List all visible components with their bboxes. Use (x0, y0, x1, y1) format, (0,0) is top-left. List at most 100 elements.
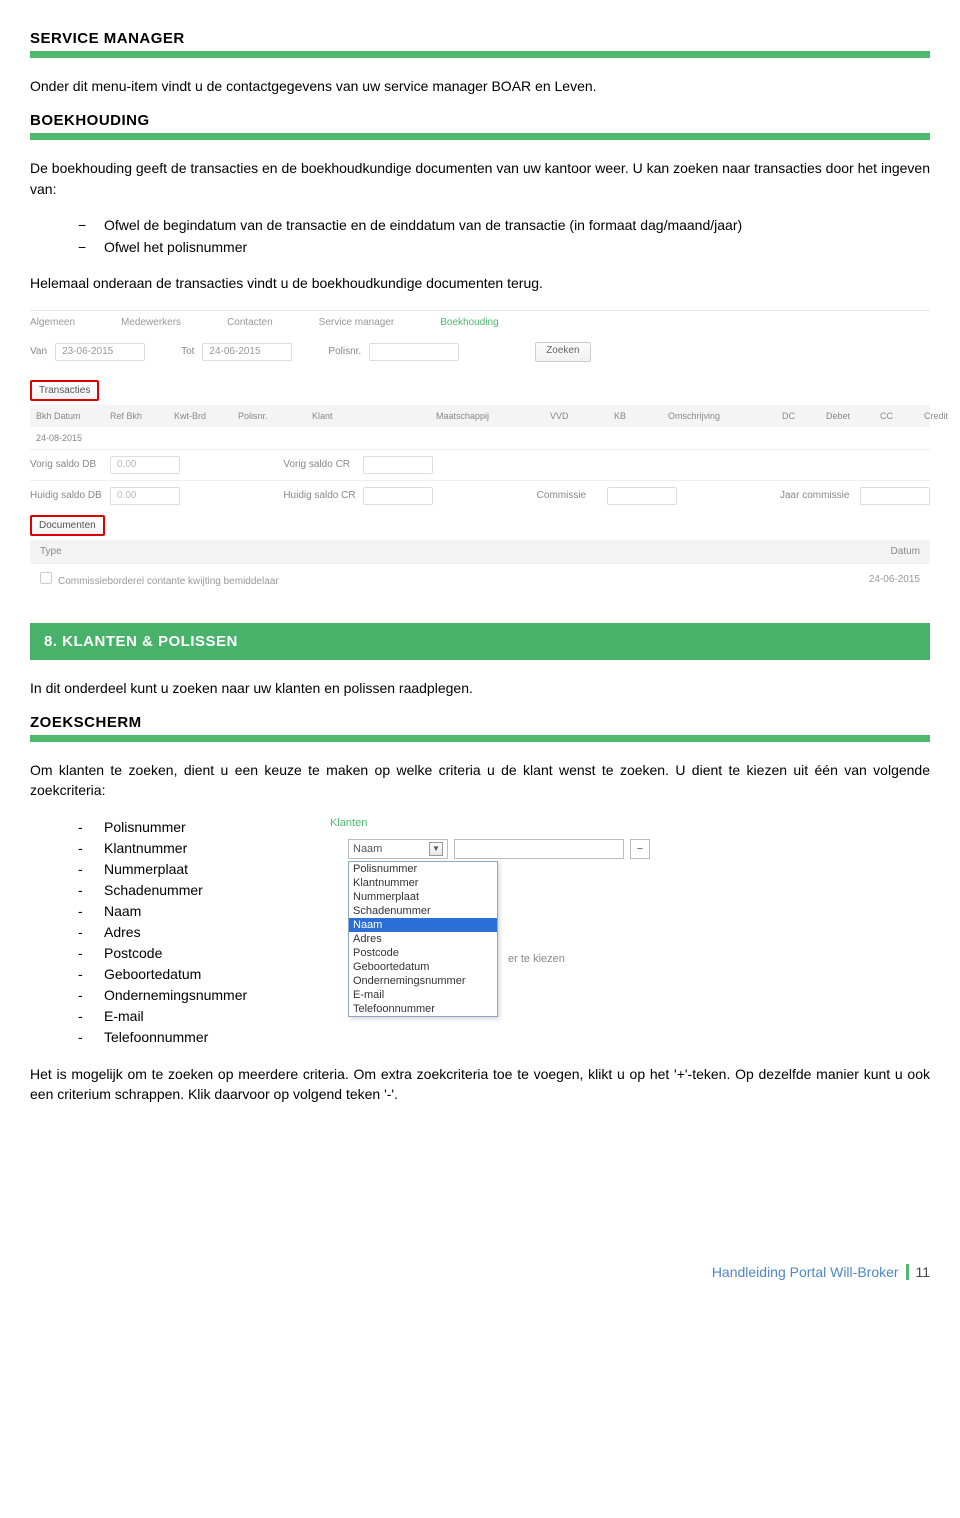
huidig-saldo-cr-label: Huidig saldo CR (283, 490, 363, 501)
documenten-header: Type Datum (30, 540, 930, 563)
bullet-text: Ofwel de begindatum van de transactie en… (104, 215, 742, 235)
document-row[interactable]: Commissieborderel contante kwijting bemi… (30, 563, 930, 595)
boekhouding-screenshot: Algemeen Medewerkers Contacten Service m… (30, 310, 930, 595)
tab-algemeen[interactable]: Algemeen (30, 317, 75, 328)
boekhouding-heading: BOEKHOUDING (30, 112, 930, 129)
dash-icon: - (78, 817, 104, 838)
col-vvd: VVD (550, 411, 610, 421)
col-cc: CC (880, 411, 920, 421)
col-kb: KB (614, 411, 664, 421)
list-item-label: Naam (104, 901, 141, 922)
dd-option[interactable]: Telefoonnummer (349, 1002, 497, 1016)
zoekscherm-outro: Het is mogelijk om te zoeken op meerdere… (30, 1064, 930, 1105)
search-input[interactable] (454, 839, 624, 859)
boekhouding-outro: Helemaal onderaan de transacties vindt u… (30, 273, 930, 293)
criteria-list: -Polisnummer -Klantnummer -Nummerplaat -… (78, 817, 290, 1048)
col-kwt-brd: Kwt-Brd (174, 411, 234, 421)
dash-icon: - (78, 838, 104, 859)
dash-icon: − (78, 215, 104, 235)
jaar-commissie-label: Jaar commissie (780, 490, 860, 501)
dash-icon: - (78, 922, 104, 943)
section-rule (30, 735, 930, 742)
klanten-polissen-banner: 8. KLANTEN & POLISSEN (30, 623, 930, 660)
zoekscherm-heading: ZOEKSCHERM (30, 714, 930, 731)
list-item-label: Ondernemingsnummer (104, 985, 247, 1006)
tot-input[interactable]: 24-06-2015 (202, 343, 292, 361)
klanten-dropdown-screenshot: Klanten Naam ▼ − Polisnummer Klantnummer… (330, 817, 650, 1029)
select-value: Naam (353, 843, 382, 855)
doc-col-type: Type (40, 546, 62, 557)
jaar-commissie-value (860, 487, 930, 505)
dash-icon: − (78, 237, 104, 257)
chevron-down-icon: ▼ (429, 842, 443, 856)
list-item-label: Polisnummer (104, 817, 186, 838)
dd-option[interactable]: Ondernemingsnummer (349, 974, 497, 988)
vorig-saldo-cr-label: Vorig saldo CR (283, 459, 363, 470)
list-item-label: Klantnummer (104, 838, 187, 859)
boekhouding-bullets: −Ofwel de begindatum van de transactie e… (78, 215, 930, 258)
van-input[interactable]: 23-06-2015 (55, 343, 145, 361)
dd-option[interactable]: Polisnummer (349, 862, 497, 876)
vorig-saldo-db-label: Vorig saldo DB (30, 459, 110, 470)
col-bkh-datum: Bkh Datum (36, 411, 106, 421)
list-item-label: E-mail (104, 1006, 144, 1027)
van-label: Van (30, 346, 47, 357)
documenten-button[interactable]: Documenten (30, 515, 105, 536)
dash-icon: - (78, 964, 104, 985)
polisnr-label: Polisnr. (328, 346, 361, 357)
dd-option-selected[interactable]: Naam (349, 918, 497, 932)
huidig-saldo-row: Huidig saldo DB 0.00 Huidig saldo CR Com… (30, 480, 930, 511)
commissie-value (607, 487, 677, 505)
dd-option[interactable]: Adres (349, 932, 497, 946)
dash-icon: - (78, 1027, 104, 1048)
dd-option[interactable]: Postcode (349, 946, 497, 960)
list-item-label: Schadenummer (104, 880, 203, 901)
dd-option[interactable]: Nummerplaat (349, 890, 497, 904)
dash-icon: - (78, 1006, 104, 1027)
tab-contacten[interactable]: Contacten (227, 317, 273, 328)
dash-icon: - (78, 859, 104, 880)
section-rule (30, 133, 930, 140)
list-item-label: Telefoonnummer (104, 1027, 208, 1048)
dash-icon: - (78, 985, 104, 1006)
tab-service-manager[interactable]: Service manager (319, 317, 395, 328)
service-manager-heading: SERVICE MANAGER (30, 30, 930, 47)
table-row: 24-08-2015 (30, 427, 930, 449)
dd-option[interactable]: Schadenummer (349, 904, 497, 918)
remove-criterion-button[interactable]: − (630, 839, 650, 859)
col-klant: Klant (312, 411, 432, 421)
huidig-saldo-cr-value (363, 487, 433, 505)
col-debet: Debet (826, 411, 876, 421)
col-omschrijving: Omschrijving (668, 411, 778, 421)
list-item-label: Postcode (104, 943, 162, 964)
dash-icon: - (78, 901, 104, 922)
filter-row: Van 23-06-2015 Tot 24-06-2015 Polisnr. Z… (30, 342, 930, 362)
tab-boekhouding[interactable]: Boekhouding (440, 317, 498, 328)
dd-option[interactable]: Klantnummer (349, 876, 497, 890)
zoeken-button[interactable]: Zoeken (535, 342, 590, 362)
bullet-text: Ofwel het polisnummer (104, 237, 247, 257)
footer-text: Handleiding Portal Will-Broker (712, 1264, 899, 1280)
page-footer: Handleiding Portal Will-Broker 11 (30, 1264, 930, 1280)
criteria-dropdown-list: Polisnummer Klantnummer Nummerplaat Scha… (348, 861, 498, 1017)
document-icon (40, 572, 52, 584)
footer-page-number: 11 (906, 1264, 930, 1280)
col-maatschappij: Maatschappij (436, 411, 546, 421)
huidig-saldo-db-label: Huidig saldo DB (30, 490, 110, 501)
col-polisnr: Polisnr. (238, 411, 308, 421)
dash-icon: - (78, 880, 104, 901)
doc-col-datum: Datum (891, 546, 920, 557)
section-rule (30, 51, 930, 58)
dd-option[interactable]: Geboortedatum (349, 960, 497, 974)
vorig-saldo-db-value: 0.00 (110, 456, 180, 474)
boekhouding-intro: De boekhouding geeft de transacties en d… (30, 158, 930, 199)
transacties-button[interactable]: Transacties (30, 380, 99, 401)
doc-type-text: Commissieborderel contante kwijting bemi… (58, 576, 279, 587)
tabs-row: Algemeen Medewerkers Contacten Service m… (30, 317, 930, 328)
dd-option[interactable]: E-mail (349, 988, 497, 1002)
criteria-select[interactable]: Naam ▼ (348, 839, 448, 859)
zoekscherm-intro: Om klanten te zoeken, dient u een keuze … (30, 760, 930, 801)
klanten-intro: In dit onderdeel kunt u zoeken naar uw k… (30, 678, 930, 698)
polisnr-input[interactable] (369, 343, 459, 361)
tab-medewerkers[interactable]: Medewerkers (121, 317, 181, 328)
